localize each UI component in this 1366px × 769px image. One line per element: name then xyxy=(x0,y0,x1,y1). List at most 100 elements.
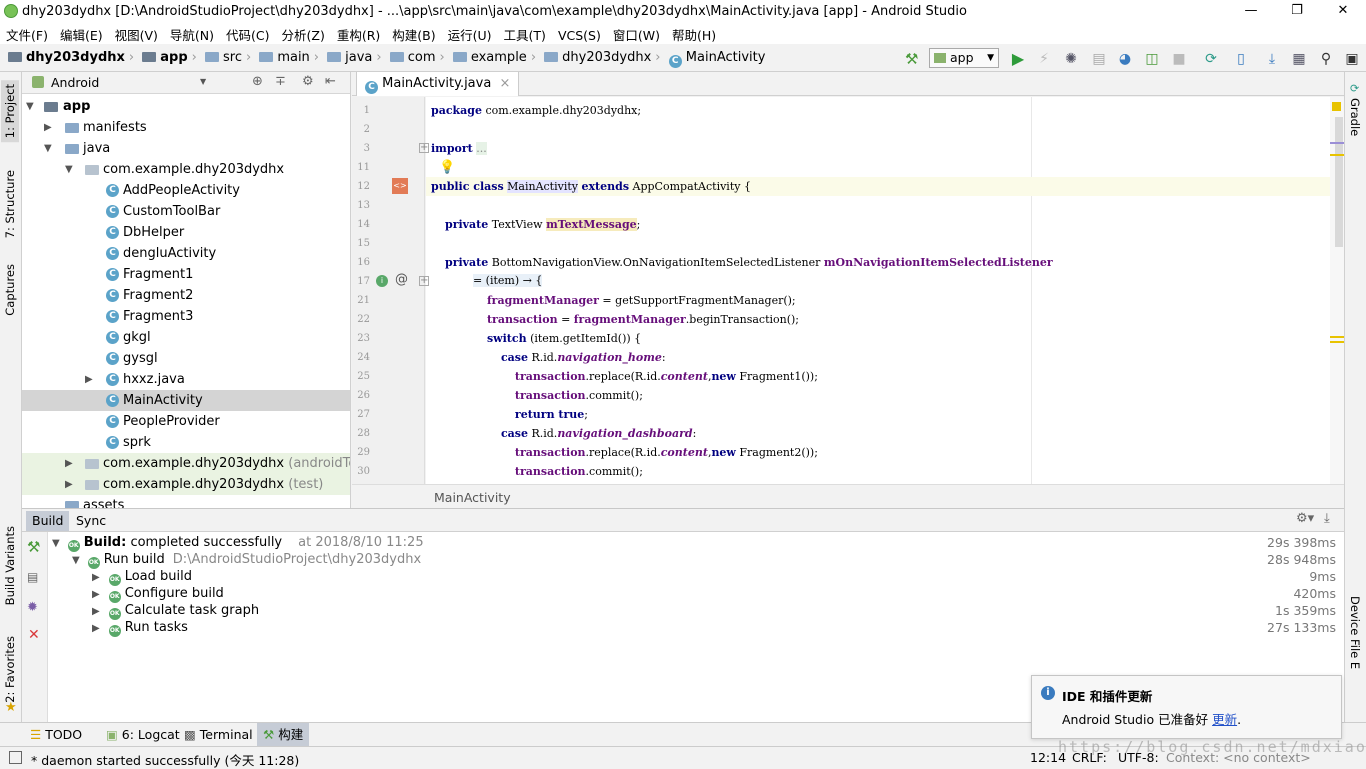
build-step-row[interactable]: ▶ OK Calculate task graph 1s 359ms xyxy=(92,602,1342,620)
hammer-make-icon[interactable]: ⚒ xyxy=(905,50,918,68)
tab-mainactivity-java[interactable]: C MainActivity.java × xyxy=(356,72,520,96)
menu-code[interactable]: 代码(C) xyxy=(220,23,269,44)
tree-item-manifests[interactable]: ▶ manifests xyxy=(22,117,350,138)
build-step-row[interactable]: ▶ OK Load build 9ms xyxy=(92,568,1342,586)
menu-help[interactable]: 帮助(H) xyxy=(666,23,716,44)
hide-panel-icon[interactable]: ⇤ xyxy=(325,74,336,89)
hammer-rebuild-icon[interactable]: ⚒ xyxy=(27,538,40,556)
editor-scrollbar[interactable] xyxy=(1330,97,1344,484)
menu-analyze[interactable]: 分析(Z) xyxy=(276,23,325,44)
tool-windows-icon[interactable] xyxy=(9,751,22,764)
minimize-button[interactable]: — xyxy=(1228,0,1274,23)
menu-vcs[interactable]: VCS(S) xyxy=(552,26,601,43)
tree-item-selected-class[interactable]: C MainActivity xyxy=(22,390,350,411)
close-button[interactable]: ✕ xyxy=(1320,0,1366,23)
tab-todo[interactable]: ☰ TODO xyxy=(30,723,82,747)
avd-manager-icon[interactable]: ▯ xyxy=(1232,50,1250,68)
profile-icon[interactable]: ◕ xyxy=(1116,50,1134,68)
sync-gradle-icon[interactable]: ⟳ xyxy=(1202,50,1220,68)
build-run-row[interactable]: ▼ OK Run build D:\AndroidStudioProject\dhy2… xyxy=(72,551,1342,569)
hide-panel-icon[interactable]: ⤓ xyxy=(1324,511,1330,526)
breadcrumb-example[interactable]: example xyxy=(452,50,527,65)
build-step-row[interactable]: ▶ OK Configure build 420ms xyxy=(92,585,1342,603)
coverage-icon[interactable]: ▤ xyxy=(1090,50,1108,68)
tab-favorites[interactable]: 2: Favorites xyxy=(1,634,19,705)
tree-item-package[interactable]: ▼ com.example.dhy203dydhx xyxy=(22,159,350,180)
layout-file-icon[interactable]: <> xyxy=(392,178,408,194)
tree-item-class[interactable]: C Fragment2 xyxy=(22,285,350,306)
run-config-select[interactable]: app ▼ xyxy=(929,48,999,68)
implements-icon[interactable]: i xyxy=(376,275,388,287)
close-tab-icon[interactable]: × xyxy=(499,76,510,91)
tree-item-class[interactable]: C AddPeopleActivity xyxy=(22,180,350,201)
error-stripe-mark[interactable] xyxy=(1330,142,1344,144)
editor-breadcrumb-class[interactable]: MainActivity xyxy=(434,490,511,505)
restore-button[interactable]: ❐ xyxy=(1274,0,1320,23)
breadcrumb-java[interactable]: java xyxy=(327,50,372,65)
menu-file[interactable]: 文件(F) xyxy=(0,23,48,44)
gear-icon[interactable]: ⚙ xyxy=(302,74,314,89)
tree-item-class[interactable]: C Fragment3 xyxy=(22,306,350,327)
close-icon[interactable]: ✕ xyxy=(28,627,40,643)
tree-item-class[interactable]: C CustomToolBar xyxy=(22,201,350,222)
menu-run[interactable]: 运行(U) xyxy=(442,23,492,44)
code-editor[interactable] xyxy=(426,97,1344,484)
scroll-from-source-icon[interactable]: ⊕ xyxy=(252,74,263,89)
tab-logcat[interactable]: ▣ 6: Logcat xyxy=(106,723,180,747)
breadcrumb-app[interactable]: app xyxy=(142,50,188,65)
tab-build-bottom[interactable]: ⚒ 构建 xyxy=(257,723,310,747)
sdk-icon[interactable]: ▣ xyxy=(1343,50,1361,68)
warning-stripe-mark[interactable] xyxy=(1330,336,1344,338)
stop-icon[interactable]: ■ xyxy=(1170,50,1188,68)
menu-edit[interactable]: 编辑(E) xyxy=(54,23,103,44)
gear-icon[interactable]: ⚙▾ xyxy=(1296,511,1314,526)
tree-item-class[interactable]: Cgysgl xyxy=(22,348,350,369)
tab-project[interactable]: 1: Project xyxy=(1,80,19,143)
sdk-manager-icon[interactable]: ⤓ xyxy=(1263,50,1281,68)
menu-window[interactable]: 窗口(W) xyxy=(607,23,660,44)
fold-icon[interactable]: + xyxy=(419,143,429,153)
tab-build[interactable]: Build xyxy=(26,511,70,531)
project-view-select[interactable]: Android xyxy=(51,75,99,90)
tree-item-assets[interactable]: assets xyxy=(22,495,350,508)
breadcrumb-com[interactable]: com xyxy=(389,50,436,65)
tree-item-file[interactable]: ▶ Chxxz.java xyxy=(22,369,350,390)
breadcrumb-project[interactable]: dhy203dydhx xyxy=(8,50,125,65)
menu-tools[interactable]: 工具(T) xyxy=(498,23,546,44)
run-icon[interactable]: ▶ xyxy=(1009,50,1027,68)
tab-terminal[interactable]: ▩ Terminal xyxy=(184,723,253,747)
tree-item-app[interactable]: ▼ app xyxy=(22,96,350,117)
tab-captures[interactable]: Captures xyxy=(1,262,19,318)
build-step-row[interactable]: ▶ OK Run tasks 27s 133ms xyxy=(92,619,1342,637)
annotation-icon[interactable]: @ xyxy=(395,272,408,287)
breadcrumb-src[interactable]: src xyxy=(204,50,242,65)
bulb-icon[interactable]: 💡 xyxy=(439,160,455,175)
breadcrumb-main[interactable]: main xyxy=(259,50,310,65)
tab-device-file-explorer[interactable]: Device File E xyxy=(1348,596,1362,669)
menu-view[interactable]: 视图(V) xyxy=(109,23,158,44)
project-structure-icon[interactable]: ▦ xyxy=(1290,50,1308,68)
build-root-row[interactable]: ▼ OK Build: completed successfully at 2018/… xyxy=(52,534,1342,552)
menu-refactor[interactable]: 重构(R) xyxy=(331,23,380,44)
tree-item-test-package[interactable]: ▶ com.example.dhy203dydhx (test) xyxy=(22,474,350,495)
apply-changes-icon[interactable]: ⚡ xyxy=(1035,50,1053,68)
debug-icon[interactable]: ✺ xyxy=(1062,50,1080,68)
tree-item-class[interactable]: C Fragment1 xyxy=(22,264,350,285)
attach-debugger-icon[interactable]: ◫ xyxy=(1143,50,1161,68)
tree-item-class[interactable]: C DbHelper xyxy=(22,222,350,243)
filter-icon[interactable]: ✹ xyxy=(27,600,38,615)
tree-item-test-package[interactable]: ▶com.example.dhy203dydhx (androidTest) xyxy=(22,453,350,474)
scroll-thumb[interactable] xyxy=(1335,117,1343,247)
update-link[interactable]: 更新 xyxy=(1212,712,1237,727)
toggle-view-icon[interactable]: ▤ xyxy=(27,570,38,584)
tree-item-class[interactable]: Cgkgl xyxy=(22,327,350,348)
chevron-down-icon[interactable]: ▼ xyxy=(200,77,206,86)
search-icon[interactable]: ⚲ xyxy=(1317,50,1335,68)
breadcrumb-package[interactable]: dhy203dydhx xyxy=(544,50,651,65)
tab-build-variants[interactable]: Build Variants xyxy=(1,524,19,607)
tree-item-java[interactable]: ▼ java xyxy=(22,138,350,159)
warning-stripe-mark[interactable] xyxy=(1330,154,1344,156)
warning-stripe-mark[interactable] xyxy=(1330,341,1344,343)
tab-gradle[interactable]: Gradle xyxy=(1348,98,1362,136)
tree-item-class[interactable]: CdengluActivity xyxy=(22,243,350,264)
